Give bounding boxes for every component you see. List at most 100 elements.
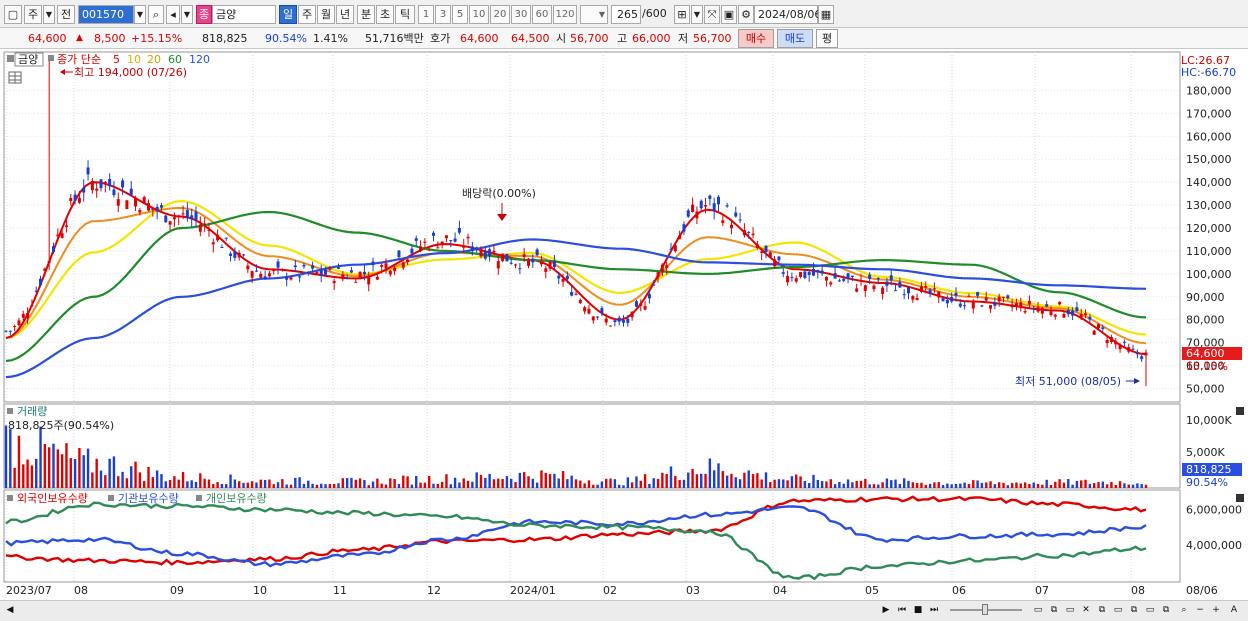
candle-body	[229, 253, 233, 256]
candle-body	[751, 233, 755, 236]
candle-body	[535, 249, 539, 256]
first-page-icon[interactable]: ⏮	[894, 603, 910, 618]
candle-body	[919, 286, 923, 292]
volume-bar	[928, 483, 932, 488]
layout-icon-8[interactable]: ⧉	[1158, 603, 1174, 618]
interval-20[interactable]: 20	[490, 5, 510, 24]
interval-5[interactable]: 5	[452, 5, 468, 24]
volume-bar	[954, 483, 958, 488]
gear-icon[interactable]: ⚙	[738, 5, 754, 24]
tab-tick[interactable]: 틱	[395, 5, 415, 24]
candle-body	[233, 251, 237, 258]
interval-10[interactable]: 10	[469, 5, 489, 24]
candle-body	[794, 278, 798, 282]
candle-body	[833, 273, 837, 279]
tab-minute[interactable]: 분	[357, 5, 375, 24]
chart-type-icon[interactable]: ⊞	[674, 5, 690, 24]
last-page-icon[interactable]: ⏭	[926, 603, 942, 618]
zoom-search-icon[interactable]: ⌕	[1176, 603, 1192, 618]
buy-button[interactable]: 매수	[738, 29, 774, 48]
scroll-right-icon[interactable]: ▶	[878, 603, 894, 618]
candle-body	[591, 316, 595, 321]
volume-bar	[700, 473, 703, 488]
holdings-menu-icon-1[interactable]	[7, 495, 13, 501]
holdings-panel-close-icon[interactable]	[1236, 494, 1244, 502]
period-dropdown-icon[interactable]: ▼	[43, 5, 55, 24]
stop-icon[interactable]: ■	[910, 603, 926, 618]
volume-menu-icon[interactable]	[7, 408, 13, 414]
zoom-slider-handle[interactable]	[982, 604, 988, 615]
eval-button[interactable]: 평	[816, 29, 838, 48]
interval-3[interactable]: 3	[435, 5, 451, 24]
holdings-menu-icon-2[interactable]	[108, 495, 114, 501]
interval-1[interactable]: 1	[418, 5, 434, 24]
tab-year[interactable]: 년	[336, 5, 354, 24]
chart-area[interactable]: 180,000 170,000 160,000 150,000 140,000 130,0…	[0, 50, 1248, 600]
layout-icon-2[interactable]: ⧉	[1046, 603, 1062, 618]
candle-body	[609, 325, 613, 327]
chart-type-dropdown-icon[interactable]: ▼	[691, 5, 703, 24]
window-menu-icon[interactable]: ▢	[4, 5, 22, 24]
individual-holdings-label: 개인보유수량	[206, 492, 267, 505]
candle-body	[43, 268, 47, 271]
candle-body	[155, 206, 159, 212]
layout-icon-6[interactable]: ⧉	[1126, 603, 1142, 618]
search-icon[interactable]: ⌕	[148, 5, 164, 24]
speaker-dropdown-icon[interactable]: ▼	[181, 5, 193, 24]
tab-second[interactable]: 초	[376, 5, 394, 24]
volume-bar	[402, 475, 405, 488]
crosshair-icon[interactable]: ⤧	[704, 5, 720, 24]
candle-body	[993, 302, 997, 306]
hc-label: HC:-66.70	[1181, 66, 1236, 79]
cross-icon[interactable]: ✕	[1078, 603, 1094, 618]
speaker-icon[interactable]: ◂	[166, 5, 180, 24]
layout-icon-7[interactable]: ▭	[1142, 603, 1158, 618]
volume-panel-close-icon[interactable]	[1236, 407, 1244, 415]
tab-day[interactable]: 일	[279, 5, 297, 24]
holdings-menu-icon-3[interactable]	[196, 495, 202, 501]
date-input[interactable]: 2024/08/06	[754, 5, 821, 24]
holdings-y-tick: 6,000,000	[1186, 504, 1242, 517]
high-label: 고	[617, 32, 628, 45]
candle-body	[907, 287, 910, 294]
panel-menu-icon[interactable]	[7, 55, 14, 62]
change-value: 8,500	[94, 32, 126, 45]
save-icon[interactable]: ▣	[721, 5, 737, 24]
prev-button[interactable]: 전	[57, 5, 75, 24]
interval-60[interactable]: 60	[532, 5, 552, 24]
layout-icon-4[interactable]: ⧉	[1094, 603, 1110, 618]
stock-chart[interactable]: 180,000 170,000 160,000 150,000 140,000 130,0…	[0, 50, 1248, 600]
zoom-in-icon[interactable]: +	[1208, 603, 1224, 618]
interval-30[interactable]: 30	[511, 5, 531, 24]
candle-body	[436, 247, 440, 249]
candle-body	[971, 302, 975, 309]
indicator-menu-icon[interactable]	[48, 55, 54, 61]
candle-body	[958, 303, 962, 307]
calendar-icon[interactable]: ▦	[818, 5, 834, 24]
code-dropdown-icon[interactable]: ▼	[134, 5, 146, 24]
volume-bar	[1058, 479, 1061, 488]
candle-body	[177, 215, 181, 218]
interval-120[interactable]: 120	[553, 5, 577, 24]
candle-body	[514, 264, 518, 266]
price-y-tick: 130,000	[1186, 199, 1232, 212]
volume-bar	[816, 479, 820, 488]
x-axis-labels: 2023/07 08 09 10 11 12 2024/01 02 03 04 05 06 07 08 08…	[6, 584, 1218, 597]
zoom-out-icon[interactable]: −	[1192, 603, 1208, 618]
interval-custom-select[interactable]: ▼	[580, 5, 608, 24]
layout-icon-3[interactable]: ▭	[1062, 603, 1078, 618]
layout-icon-5[interactable]: ▭	[1110, 603, 1126, 618]
period-main-selector[interactable]: 주	[24, 5, 42, 24]
volume-bar	[397, 483, 401, 488]
tab-month[interactable]: 월	[317, 5, 335, 24]
candle-body	[868, 274, 872, 279]
tab-week[interactable]: 주	[298, 5, 316, 24]
candle-body	[1135, 352, 1139, 355]
font-size-icon[interactable]: A	[1226, 603, 1242, 618]
layout-icon-1[interactable]: ▭	[1030, 603, 1046, 618]
range-count-input[interactable]: 265	[611, 5, 641, 24]
stock-code-input[interactable]: 001570	[78, 5, 134, 24]
sell-button[interactable]: 매도	[777, 29, 813, 48]
scroll-left-icon[interactable]: ◀	[2, 603, 18, 618]
stock-name-field[interactable]: 금양	[212, 5, 276, 24]
